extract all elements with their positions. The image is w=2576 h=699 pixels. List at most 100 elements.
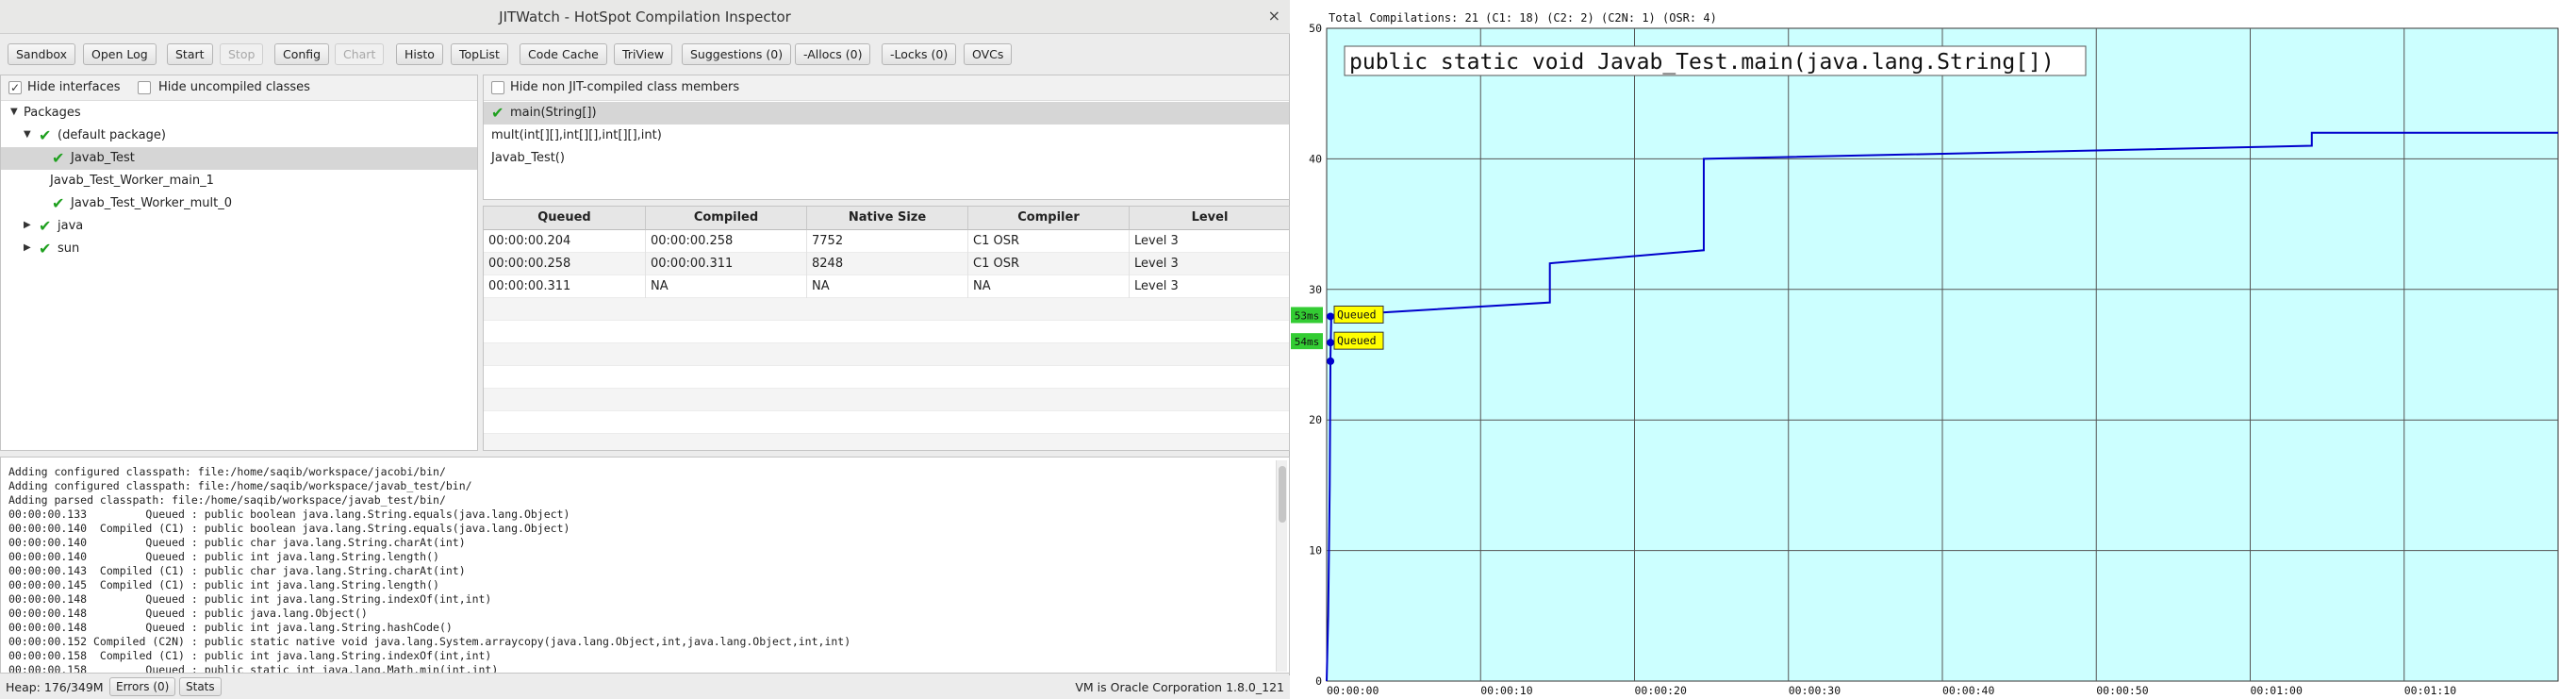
event-time-label: 53ms [1295,309,1320,322]
collapse-triangle-icon[interactable]: ▼ [10,107,18,117]
log-panel[interactable]: Adding configured classpath: file:/home/… [0,457,1290,674]
toplist-button[interactable]: TopList [451,43,508,65]
chart-title: Total Compilations: 21 (C1: 18) (C2: 2) … [1329,11,1717,25]
table-row[interactable]: 00:00:00.204 00:00:00.258 7752 C1 OSR Le… [484,230,1289,253]
x-tick-label: 00:00:00 [1327,684,1379,697]
log-line: 00:00:00.148 Queued : public java.lang.O… [8,607,368,620]
cell-compiled: 00:00:00.258 [646,230,807,253]
empty-row [484,411,1289,434]
hide-non-jit-label: Hide non JIT-compiled class members [510,80,740,94]
allocs-button[interactable]: -Allocs (0) [795,43,871,65]
log-line: 00:00:00.148 Queued : public int java.la… [8,621,453,634]
column-header-compiled[interactable]: Compiled [646,207,807,230]
tree-node-javab-test[interactable]: ✔ Javab_Test [1,147,477,170]
log-scrollbar[interactable] [1276,460,1287,672]
log-text: Adding configured classpath: file:/home/… [8,465,1272,674]
open-log-button[interactable]: Open Log [83,43,157,65]
title-bar: JITWatch - HotSpot Compilation Inspector… [0,0,1290,34]
log-scrollbar-thumb[interactable] [1279,466,1286,523]
hide-uncompiled-label: Hide uncompiled classes [158,80,310,94]
log-line: 00:00:00.140 Queued : public char java.l… [8,536,466,549]
tree-node-javab-test-worker-mult[interactable]: ✔ Javab_Test_Worker_mult_0 [1,192,477,215]
log-line: Adding configured classpath: file:/home/… [8,479,472,492]
log-line: 00:00:00.140 Queued : public int java.la… [8,550,439,563]
event-marker [1327,357,1335,365]
cell-compiler: C1 OSR [968,253,1130,275]
hide-interfaces-checkbox[interactable]: ✓ [8,81,22,94]
stop-button[interactable]: Stop [220,43,264,65]
member-item-mult[interactable]: mult(int[][],int[][],int[][],int) [484,125,1289,147]
compiled-check-icon: ✔ [39,240,52,258]
y-tick-label: 30 [1309,283,1322,296]
event-label: Queued [1337,308,1377,321]
expand-triangle-icon[interactable]: ▶ [24,242,31,253]
tree-node-sun[interactable]: ▶ ✔ sun [1,238,477,260]
y-tick-label: 50 [1309,22,1322,35]
errors-button[interactable]: Errors (0) [109,677,176,696]
table-row[interactable]: 00:00:00.258 00:00:00.311 8248 C1 OSR Le… [484,253,1289,275]
y-tick-label: 20 [1309,413,1322,426]
sandbox-button[interactable]: Sandbox [8,43,76,65]
column-header-compiler[interactable]: Compiler [968,207,1130,230]
log-line: Adding configured classpath: file:/home/… [8,465,446,478]
x-tick-label: 00:01:00 [2251,684,2303,697]
tree-node-label: (default package) [58,128,166,142]
x-tick-label: 00:00:10 [1480,684,1532,697]
tree-node-label: Javab_Test_Worker_mult_0 [71,196,232,210]
code-cache-button[interactable]: Code Cache [520,43,607,65]
compiled-check-icon: ✔ [491,104,504,122]
triview-button[interactable]: TriView [614,43,673,65]
log-line: 00:00:00.143 Compiled (C1) : public char… [8,564,466,577]
start-button[interactable]: Start [167,43,213,65]
locks-button[interactable]: -Locks (0) [882,43,957,65]
stats-button[interactable]: Stats [179,677,222,696]
column-header-native-size[interactable]: Native Size [807,207,968,230]
cell-queued: 00:00:00.311 [484,275,646,298]
toolbar: Sandbox Open Log Start Stop Config Chart… [0,36,1290,72]
compiled-check-icon: ✔ [52,149,65,167]
tree-node-packages[interactable]: ▼ Packages [1,102,477,125]
member-item-main[interactable]: ✔ main(String[]) [484,102,1289,125]
event-time-label: 54ms [1295,336,1320,348]
empty-row [484,389,1289,411]
log-line: 00:00:00.158 Queued : public static int … [8,663,499,674]
column-header-level[interactable]: Level [1130,207,1289,230]
cell-queued: 00:00:00.258 [484,253,646,275]
close-icon[interactable]: × [1268,7,1280,25]
compilation-chart: Total Compilations: 21 (C1: 18) (C2: 2) … [1291,11,2559,697]
suggestions-button[interactable]: Suggestions (0) [682,43,792,65]
member-label: main(String[]) [510,106,597,120]
collapse-triangle-icon[interactable]: ▼ [24,129,31,140]
cell-compiled: NA [646,275,807,298]
log-line: 00:00:00.148 Queued : public int java.la… [8,592,492,606]
table-row[interactable]: 00:00:00.311 NA NA NA Level 3 [484,275,1289,298]
x-tick-label: 00:01:10 [2404,684,2456,697]
tree-node-default-package[interactable]: ▼ ✔ (default package) [1,125,477,147]
empty-row [484,321,1289,343]
tree-node-label: sun [58,241,80,256]
member-item-constructor[interactable]: Javab_Test() [484,147,1289,170]
chart-button[interactable]: Chart [335,43,385,65]
hide-uncompiled-checkbox[interactable] [138,81,151,94]
ovcs-button[interactable]: OVCs [964,43,1013,65]
hide-non-jit-checkbox[interactable] [491,81,504,94]
member-list-panel: Hide non JIT-compiled class members ✔ ma… [483,75,1290,200]
main-window: JITWatch - HotSpot Compilation Inspector… [0,0,1290,699]
histo-button[interactable]: Histo [396,43,443,65]
compiled-check-icon: ✔ [52,194,65,212]
config-button[interactable]: Config [274,43,330,65]
event-label: Queued [1337,334,1377,347]
x-tick-label: 00:00:20 [1635,684,1687,697]
x-tick-label: 00:00:40 [1942,684,1994,697]
column-header-queued[interactable]: Queued [484,207,646,230]
empty-row [484,434,1289,450]
member-label: Javab_Test() [491,151,565,165]
tree-node-label: Packages [24,106,81,120]
tree-filter-bar: ✓ Hide interfaces Hide uncompiled classe… [1,75,477,101]
tree-node-label: Javab_Test_Worker_main_1 [50,174,214,188]
tree-node-javab-test-worker-main[interactable]: Javab_Test_Worker_main_1 [1,170,477,192]
tree-node-java[interactable]: ▶ ✔ java [1,215,477,238]
compiled-check-icon: ✔ [39,217,52,235]
cell-level: Level 3 [1130,275,1289,298]
expand-triangle-icon[interactable]: ▶ [24,220,31,230]
